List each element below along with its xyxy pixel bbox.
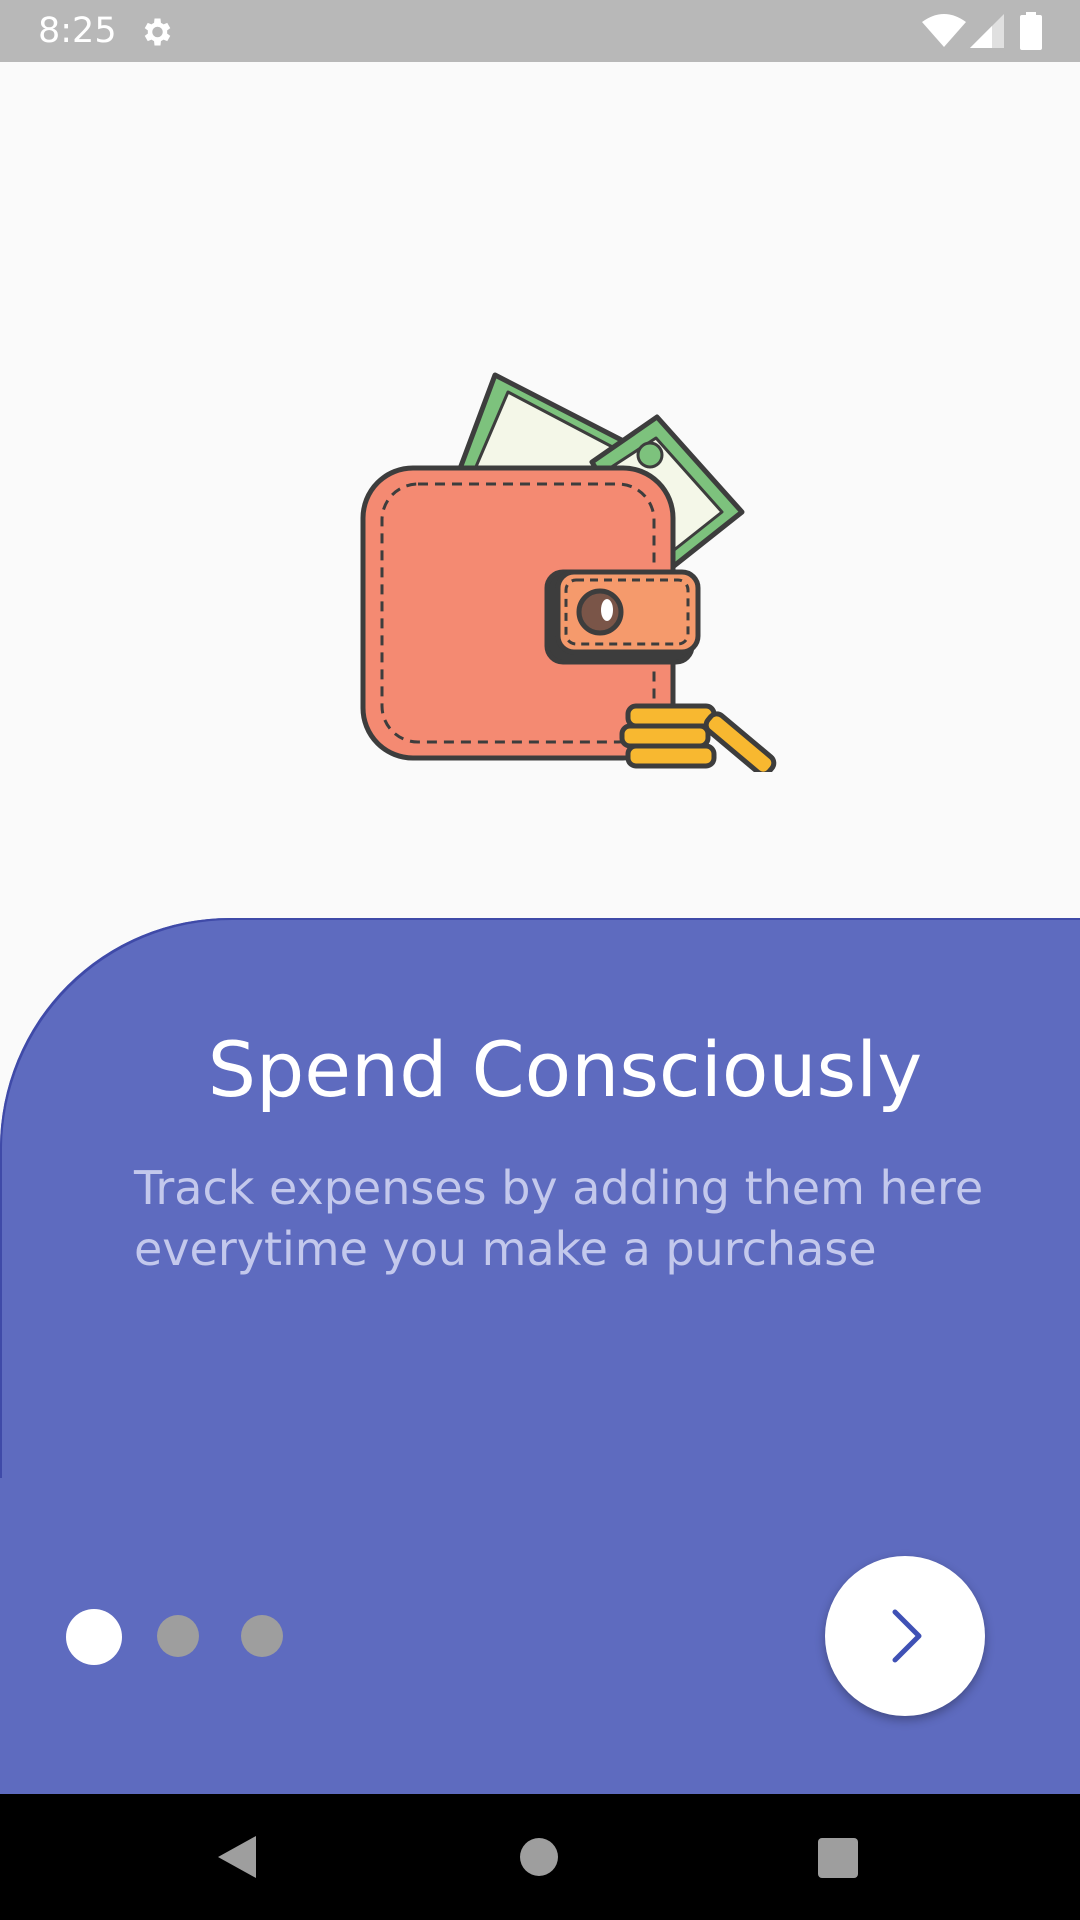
gear-icon (144, 18, 171, 46)
page-indicator-dot-3[interactable] (241, 1615, 283, 1657)
wifi-icon (922, 14, 966, 47)
cell-signal-icon (970, 14, 1004, 48)
onboarding-subtitle: Track expenses by adding them here every… (134, 1161, 984, 1276)
page-indicator-dot-2[interactable] (157, 1615, 199, 1657)
next-button[interactable] (825, 1556, 985, 1716)
onboarding-title: Spend Consciously (207, 1025, 923, 1114)
status-time: 8:25 (38, 11, 117, 51)
back-icon[interactable] (216, 1834, 262, 1880)
wallet-illustration (360, 372, 777, 772)
chevron-right-icon (892, 1609, 922, 1663)
status-bar: 8:25 (0, 0, 1080, 62)
battery-icon (1020, 12, 1042, 50)
home-icon[interactable] (520, 1838, 558, 1876)
page-indicator-dot-1[interactable] (66, 1609, 122, 1665)
recents-icon[interactable] (818, 1838, 858, 1878)
